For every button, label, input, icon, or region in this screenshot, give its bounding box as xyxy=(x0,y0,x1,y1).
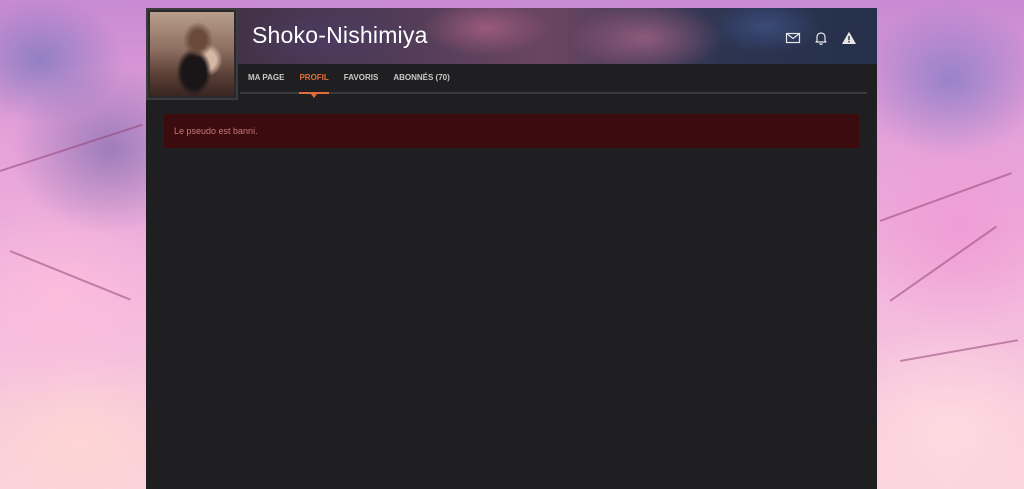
tab-favoris[interactable]: FAVORIS xyxy=(337,64,386,92)
background-branch xyxy=(0,123,143,172)
avatar-image xyxy=(150,12,234,96)
tab-abonnes[interactable]: ABONNÉS (70) xyxy=(386,64,456,92)
header-actions xyxy=(785,30,857,46)
alert-message: Le pseudo est banni. xyxy=(174,126,258,136)
background-branch xyxy=(889,225,998,302)
bell-icon[interactable] xyxy=(813,30,829,46)
error-alert: Le pseudo est banni. xyxy=(164,114,859,148)
tab-ma-page[interactable]: MA PAGE xyxy=(241,64,291,92)
envelope-icon[interactable] xyxy=(785,30,801,46)
profile-username: Shoko-Nishimiya xyxy=(252,22,428,48)
avatar[interactable] xyxy=(146,8,238,100)
background-branch xyxy=(879,172,1012,222)
profile-nav: MA PAGE PROFIL FAVORIS ABONNÉS (70) xyxy=(240,64,867,98)
background-branch xyxy=(899,339,1019,362)
warning-icon[interactable] xyxy=(841,30,857,46)
background-branch xyxy=(9,250,131,301)
profile-container: Shoko-Nishimiya MA PAGE PROFIL FAVORIS A… xyxy=(146,8,877,489)
tab-profil[interactable]: PROFIL xyxy=(292,64,335,98)
